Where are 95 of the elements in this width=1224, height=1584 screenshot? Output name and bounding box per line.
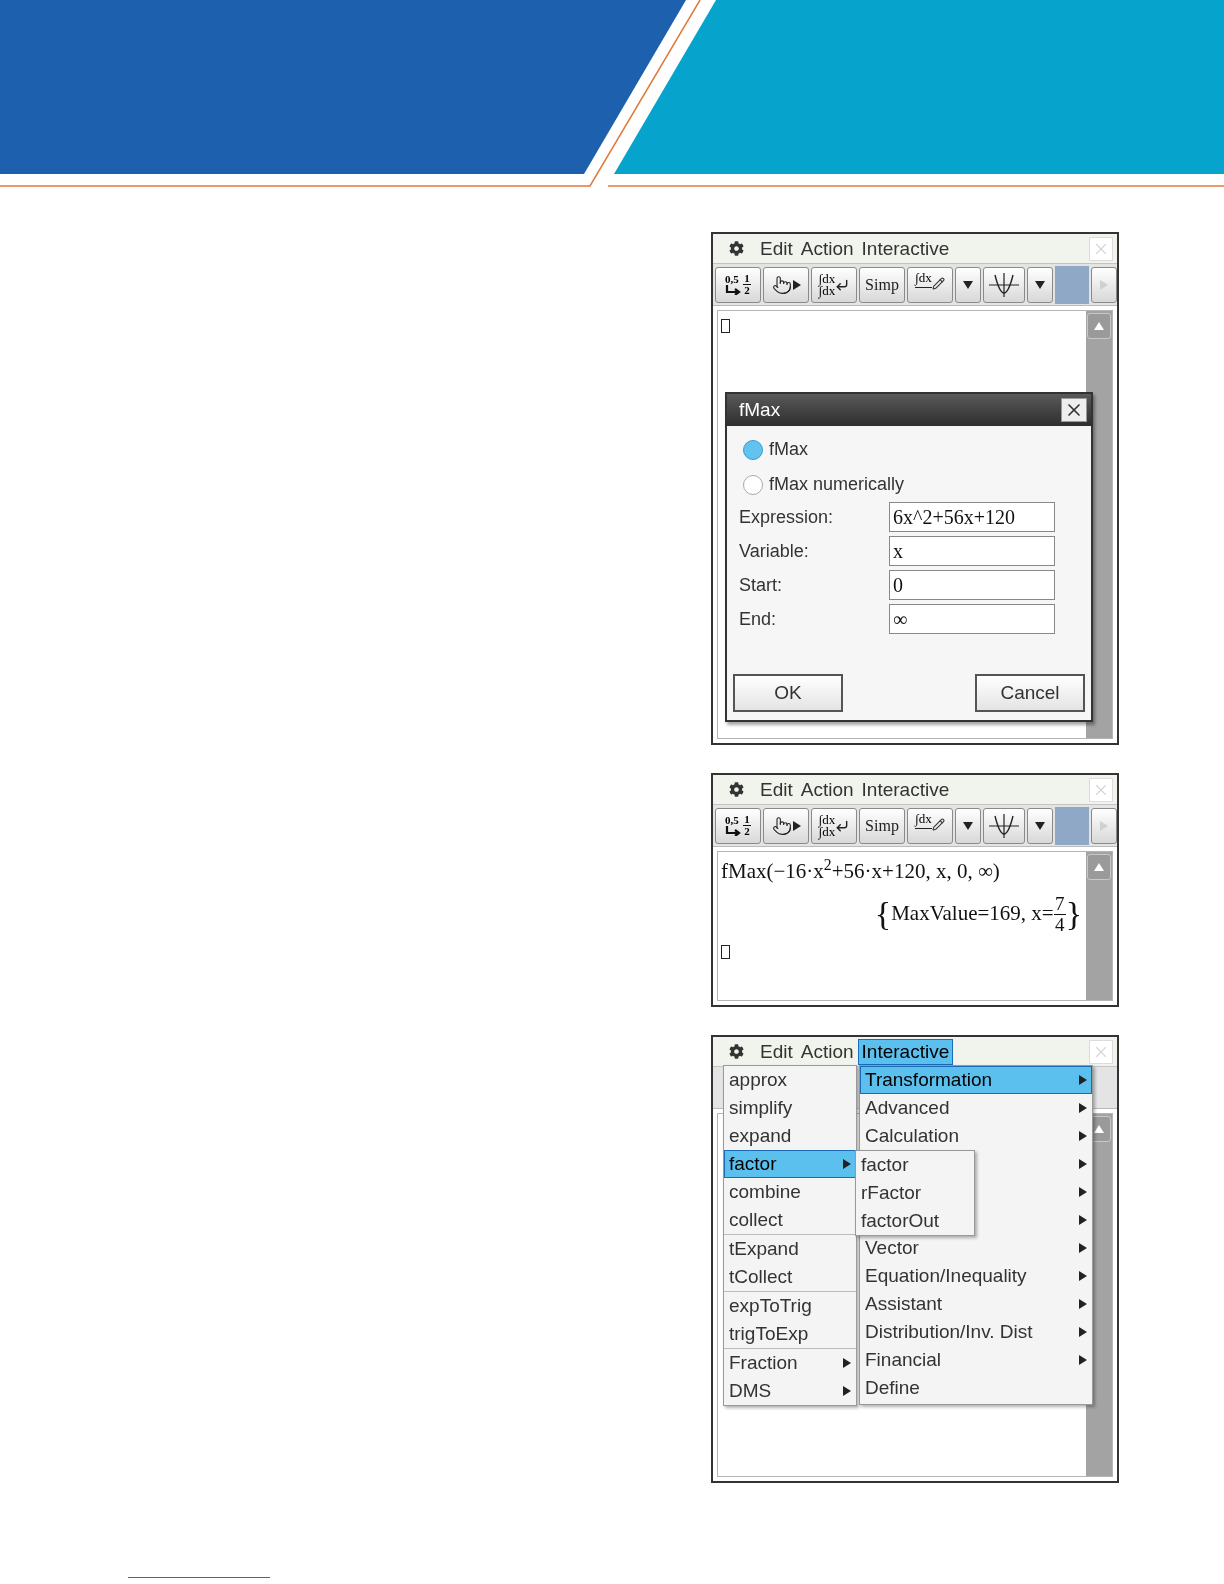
caret-icon [963, 821, 973, 830]
radio-button[interactable] [743, 474, 763, 495]
caret-icon [1035, 280, 1045, 289]
menu-item[interactable]: Define [860, 1374, 1092, 1402]
menu-item[interactable]: tCollect [724, 1263, 856, 1291]
hand-pointer-icon [771, 815, 792, 836]
field-label: End: [739, 608, 778, 631]
simplify-button[interactable]: Simp [859, 807, 905, 844]
convert-button[interactable]: 0,5 1 2 [715, 266, 761, 303]
pencil-icon [931, 276, 945, 290]
menu-item[interactable]: Advanced [860, 1094, 1092, 1122]
up-arrow-icon [1094, 863, 1104, 871]
pencil-icon [931, 817, 945, 831]
menu-title[interactable]: Edit [756, 776, 797, 803]
dropdown-button[interactable] [955, 807, 981, 844]
graph-button[interactable] [983, 807, 1025, 844]
input-field[interactable]: x [889, 536, 1055, 566]
menu-item[interactable]: Distribution/Inv. Dist [860, 1318, 1092, 1346]
close-button[interactable] [1061, 398, 1087, 422]
input-expression: fMax(−16·x$^{2}$+56·x+120, x, 0, ∞) [721, 856, 1001, 885]
field-label: Variable: [739, 540, 810, 563]
return-arrow-icon [725, 285, 741, 295]
graph-button[interactable] [983, 266, 1025, 303]
toolbar-highlight [1055, 265, 1089, 304]
settings-icon [729, 241, 744, 256]
play-icon [792, 279, 801, 290]
field-label: Start: [739, 574, 783, 597]
menu-item[interactable]: Transformation [860, 1066, 1092, 1094]
caret-icon [963, 280, 973, 289]
menu-item[interactable]: rFactor [856, 1179, 974, 1207]
toolbar-highlight [1055, 806, 1089, 845]
menu-item[interactable]: Vector [860, 1234, 1092, 1262]
menu-item[interactable]: collect [724, 1206, 856, 1234]
integral-button[interactable]: ∫dx ∫dx [811, 807, 857, 844]
scroll-right-button[interactable] [1091, 266, 1117, 303]
menu-item[interactable]: factorOut [856, 1207, 974, 1235]
return-arrow-icon [835, 277, 850, 292]
play-icon [1100, 279, 1108, 290]
integral-button[interactable]: ∫dx ∫dx [811, 266, 857, 303]
scroll-up-button[interactable] [1087, 854, 1111, 880]
menu-title[interactable]: Action [796, 776, 858, 803]
hand-pointer-icon [771, 274, 792, 295]
menu-item[interactable]: factor [724, 1150, 856, 1178]
dialog-button[interactable]: OK [733, 674, 843, 712]
dropdown-button[interactable] [1027, 266, 1053, 303]
up-arrow-icon [1094, 322, 1104, 330]
radio-button[interactable] [743, 439, 763, 460]
simplify-button[interactable]: Simp [859, 266, 905, 303]
dropdown-button[interactable] [1027, 807, 1053, 844]
menu-item[interactable]: Fraction [724, 1349, 856, 1377]
scroll-right-button[interactable] [1091, 807, 1117, 844]
input-field[interactable]: 0 [889, 570, 1055, 600]
dialog-button[interactable]: Cancel [975, 674, 1085, 712]
menu-item[interactable]: simplify [724, 1094, 856, 1122]
menu-item[interactable]: DMS [724, 1377, 856, 1405]
menu-item[interactable]: approx [724, 1066, 856, 1094]
option-label: fMax numerically [769, 473, 905, 496]
dropdown-button[interactable] [955, 266, 981, 303]
play-icon [1100, 820, 1108, 831]
hand-button[interactable] [763, 807, 809, 844]
menu-item[interactable]: Calculation [860, 1122, 1092, 1150]
menu-title[interactable]: Edit [756, 235, 797, 262]
integral-edit-button[interactable]: ∫dx [907, 807, 953, 844]
dialog-title: fMax [739, 397, 781, 422]
menu-title[interactable]: Action [796, 1038, 858, 1065]
input-field[interactable]: ∞ [889, 604, 1055, 634]
menu-item[interactable]: expand [724, 1122, 856, 1150]
scroll-up-button[interactable] [1087, 313, 1111, 339]
return-arrow-icon [835, 818, 850, 833]
convert-button[interactable]: 0,5 1 2 [715, 807, 761, 844]
input-field[interactable]: 6x^2+56x+120 [889, 502, 1055, 532]
graph-icon [989, 272, 1019, 297]
menu-title[interactable]: Interactive [857, 1038, 954, 1065]
menu-item[interactable]: Financial [860, 1346, 1092, 1374]
menu-title[interactable]: Edit [756, 1038, 797, 1065]
menu-item[interactable]: trigToExp [724, 1320, 856, 1348]
graph-icon [989, 813, 1019, 838]
integral-edit-button[interactable]: ∫dx [907, 266, 953, 303]
option-label: fMax [769, 438, 808, 461]
menu-item[interactable]: factor [856, 1151, 974, 1179]
menu-item[interactable]: combine [724, 1178, 856, 1206]
menu-item[interactable]: expToTrig [724, 1292, 856, 1320]
settings-icon [729, 1044, 744, 1059]
menu-item[interactable]: tExpand [724, 1235, 856, 1263]
settings-icon [729, 782, 744, 797]
field-label: Expression: [739, 506, 835, 529]
return-arrow-icon [725, 826, 741, 836]
hand-button[interactable] [763, 266, 809, 303]
menu-item[interactable]: Assistant [860, 1290, 1092, 1318]
play-icon [792, 820, 801, 831]
menu-item[interactable]: Equation/Inequality [860, 1262, 1092, 1290]
menu-title[interactable]: Interactive [857, 235, 954, 262]
menu-title[interactable]: Action [796, 235, 858, 262]
menu-title[interactable]: Interactive [857, 776, 954, 803]
caret-icon [1035, 821, 1045, 830]
